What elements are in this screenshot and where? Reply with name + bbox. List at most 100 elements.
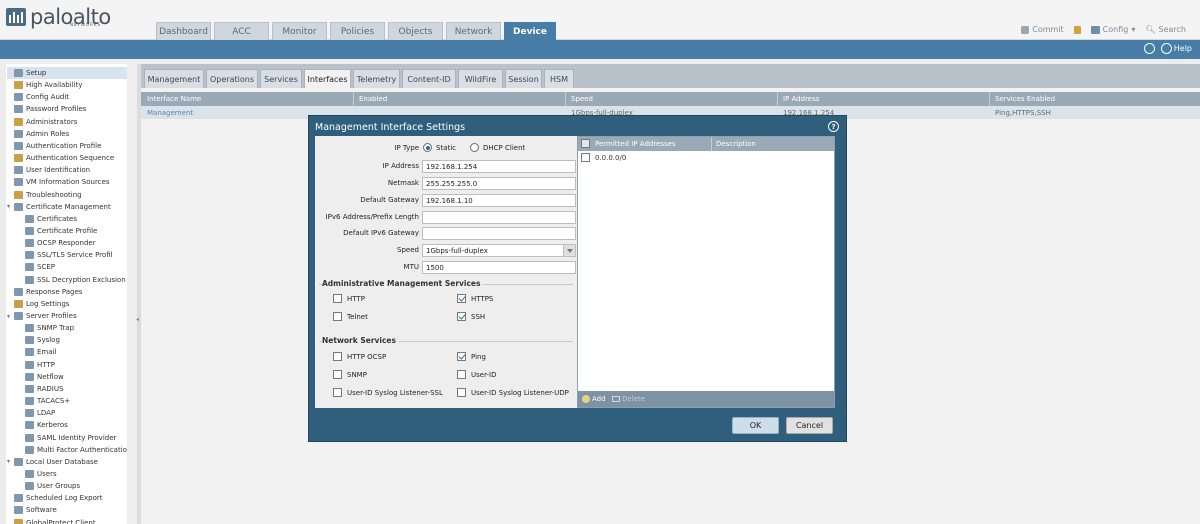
tab-session[interactable]: Session — [505, 69, 542, 88]
sidebar-item-http[interactable]: HTTP — [25, 359, 133, 371]
default-ipv6-gateway-field[interactable] — [422, 227, 576, 240]
col-description[interactable]: Description — [716, 140, 756, 148]
sidebar-item-email[interactable]: Email — [25, 346, 133, 358]
interface-name-link[interactable]: Management — [147, 109, 193, 117]
nav-tab-monitor[interactable]: Monitor — [272, 22, 327, 40]
row-checkbox[interactable] — [581, 153, 590, 162]
dhcp-client-radio[interactable] — [470, 143, 479, 152]
sidebar-item-password-profiles[interactable]: Password Profiles — [7, 103, 133, 115]
expand-arrow-icon[interactable]: ▾ — [7, 458, 13, 465]
col-interface-name[interactable]: Interface Name — [147, 95, 201, 103]
sidebar-item-netflow[interactable]: Netflow — [25, 371, 133, 383]
sidebar-item-snmp-trap[interactable]: SNMP Trap — [25, 322, 133, 334]
http-ocsp-checkbox[interactable] — [333, 352, 342, 361]
sidebar-item-scheduled-log-export[interactable]: Scheduled Log Export — [7, 492, 133, 504]
ok-button[interactable]: OK — [732, 417, 779, 434]
nav-tab-acc[interactable]: ACC — [214, 22, 269, 40]
help-icon[interactable]: ? — [828, 121, 839, 132]
nav-tab-policies[interactable]: Policies — [330, 22, 385, 40]
sidebar-item-authentication-profile[interactable]: Authentication Profile — [7, 140, 133, 152]
col-permitted-ip[interactable]: Permitted IP Addresses — [595, 140, 676, 148]
sidebar-item-log-settings[interactable]: Log Settings — [7, 298, 133, 310]
sidebar-item-troubleshooting[interactable]: Troubleshooting — [7, 189, 133, 201]
sidebar-item-certificates[interactable]: Certificates — [25, 213, 133, 225]
https-checkbox[interactable] — [457, 294, 466, 303]
sidebar-item-certificate-management[interactable]: ▾ Certificate Management — [7, 201, 133, 213]
chevron-down-icon[interactable] — [563, 245, 575, 256]
sidebar-scrollbar[interactable] — [127, 64, 137, 524]
syslog-udp-checkbox[interactable] — [457, 388, 466, 397]
col-speed[interactable]: Speed — [571, 95, 593, 103]
collapse-arrow-icon[interactable]: ◂ — [136, 316, 139, 323]
ipv6-address-field[interactable] — [422, 211, 576, 224]
sidebar-item-globalprotect-client[interactable]: GlobalProtect Client — [7, 517, 133, 524]
nav-tab-device[interactable]: Device — [504, 22, 556, 40]
tab-wildfire[interactable]: WildFire — [458, 69, 503, 88]
tab-content-id[interactable]: Content-ID — [402, 69, 456, 88]
tab-telemetry[interactable]: Telemetry — [353, 69, 400, 88]
col-enabled[interactable]: Enabled — [359, 95, 387, 103]
sidebar-item-admin-roles[interactable]: Admin Roles — [7, 128, 133, 140]
refresh-icon[interactable] — [1143, 43, 1155, 54]
sidebar-item-multi-factor-authenticatio[interactable]: Multi Factor Authenticatio — [25, 444, 133, 456]
snmp-checkbox[interactable] — [333, 370, 342, 379]
nav-tab-objects[interactable]: Objects — [388, 22, 443, 40]
sidebar-item-setup[interactable]: Setup — [7, 67, 133, 79]
ip-address-field[interactable]: 192.168.1.254 — [422, 160, 576, 173]
nav-tab-dashboard[interactable]: Dashboard — [156, 22, 211, 40]
table-row[interactable]: 0.0.0.0/0 — [578, 152, 834, 164]
user-id-checkbox[interactable] — [457, 370, 466, 379]
cancel-button[interactable]: Cancel — [786, 417, 833, 434]
sidebar-item-software[interactable]: Software — [7, 504, 133, 516]
http-checkbox[interactable] — [333, 294, 342, 303]
config-menu[interactable]: Config ▾ — [1090, 25, 1135, 34]
sidebar-item-user-groups[interactable]: User Groups — [25, 480, 133, 492]
col-ip-address[interactable]: IP Address — [783, 95, 819, 103]
syslog-ssl-checkbox[interactable] — [333, 388, 342, 397]
commit-link[interactable]: Commit — [1021, 25, 1064, 34]
sidebar-item-certificate-profile[interactable]: Certificate Profile — [25, 225, 133, 237]
sidebar-item-response-pages[interactable]: Response Pages — [7, 286, 133, 298]
tab-interfaces[interactable]: Interfaces — [304, 69, 351, 88]
sidebar-item-users[interactable]: Users — [25, 468, 133, 480]
sidebar-item-administrators[interactable]: Administrators — [7, 116, 133, 128]
ssh-checkbox[interactable] — [457, 312, 466, 321]
tab-services[interactable]: Services — [260, 69, 302, 88]
nav-tab-network[interactable]: Network — [446, 22, 501, 40]
sidebar-item-ocsp-responder[interactable]: OCSP Responder — [25, 237, 133, 249]
tab-operations[interactable]: Operations — [206, 69, 258, 88]
col-services-enabled[interactable]: Services Enabled — [995, 95, 1055, 103]
sidebar-item-local-user-database[interactable]: ▾ Local User Database — [7, 456, 133, 468]
sidebar-item-server-profiles[interactable]: ▾ Server Profiles — [7, 310, 133, 322]
expand-arrow-icon[interactable]: ▾ — [7, 313, 13, 320]
search-link[interactable]: 🔍︎ Search — [1145, 25, 1186, 34]
sidebar-item-authentication-sequence[interactable]: Authentication Sequence — [7, 152, 133, 164]
sidebar-item-saml-identity-provider[interactable]: SAML Identity Provider — [25, 432, 133, 444]
sidebar-item-ldap[interactable]: LDAP — [25, 407, 133, 419]
telnet-checkbox[interactable] — [333, 312, 342, 321]
sidebar-item-tacacs[interactable]: TACACS+ — [25, 395, 133, 407]
lock-button[interactable] — [1073, 25, 1081, 34]
delete-button[interactable]: Delete — [612, 395, 645, 403]
tab-management[interactable]: Management — [144, 69, 204, 88]
sidebar-item-config-audit[interactable]: Config Audit — [7, 91, 133, 103]
sidebar-item-syslog[interactable]: Syslog — [25, 334, 133, 346]
default-gateway-field[interactable]: 192.168.1.10 — [422, 194, 576, 207]
sidebar-item-high-availability[interactable]: High Availability — [7, 79, 133, 91]
sidebar-item-radius[interactable]: RADIUS — [25, 383, 133, 395]
speed-select[interactable]: 1Gbps-full-duplex — [422, 244, 576, 257]
mtu-field[interactable]: 1500 — [422, 261, 576, 274]
tab-hsm[interactable]: HSM — [544, 69, 574, 88]
ping-checkbox[interactable] — [457, 352, 466, 361]
sidebar-item-user-identification[interactable]: User Identification — [7, 164, 133, 176]
select-all-checkbox[interactable] — [581, 139, 590, 148]
expand-arrow-icon[interactable]: ▾ — [7, 203, 13, 210]
add-button[interactable]: Add — [582, 395, 606, 403]
help-button[interactable]: Help — [1160, 43, 1192, 54]
sidebar-item-kerberos[interactable]: Kerberos — [25, 419, 133, 431]
static-radio[interactable] — [423, 143, 432, 152]
sidebar-item-scep[interactable]: SCEP — [25, 261, 133, 273]
netmask-field[interactable]: 255.255.255.0 — [422, 177, 576, 190]
sidebar-item-vm-information-sources[interactable]: VM Information Sources — [7, 176, 133, 188]
sidebar-item-ssl-decryption-exclusion[interactable]: SSL Decryption Exclusion — [25, 274, 133, 286]
